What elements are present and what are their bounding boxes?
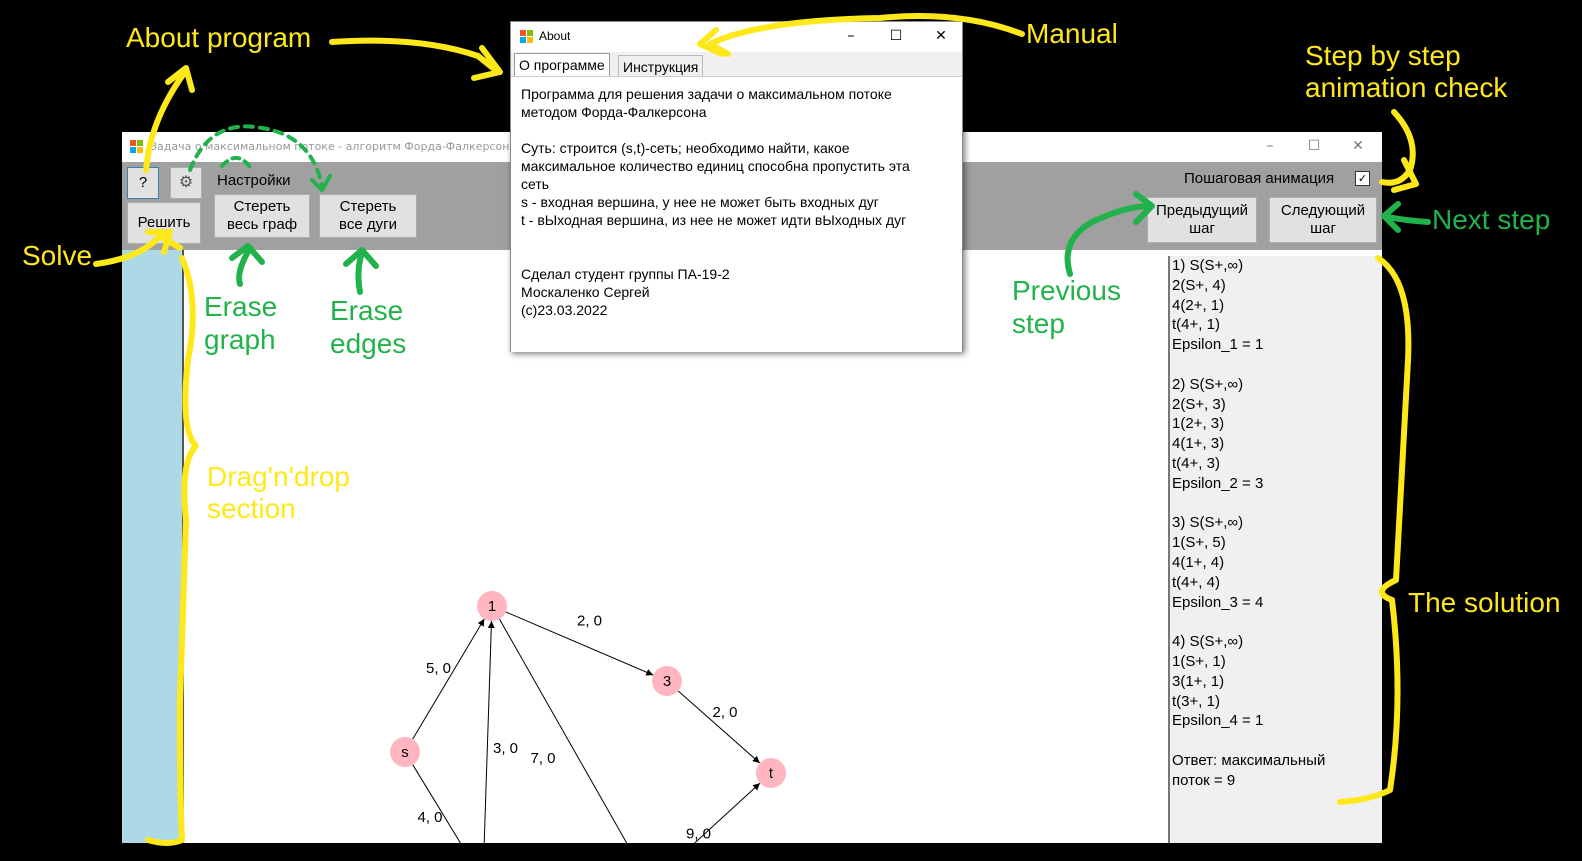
annotation-manual: Manual — [1026, 18, 1118, 49]
dashed-arc-arrow — [188, 124, 324, 188]
annotation-the-solution: The solution — [1408, 587, 1561, 618]
annotation-erase-edges-2: edges — [330, 328, 407, 359]
annotation-erase-graph-2: graph — [204, 324, 276, 355]
erase-edges-arrow — [355, 249, 365, 295]
annotation-solve: Solve — [22, 240, 93, 271]
about-program-arrow — [329, 37, 501, 75]
annotation-step-by-step-1: Step by step — [1305, 40, 1461, 71]
annotation-drag-drop-2: section — [207, 493, 296, 524]
annotation-previous-step-1: Previous — [1012, 275, 1121, 306]
help-arrow — [143, 69, 188, 173]
drag-drop-bracket — [145, 255, 199, 846]
dashed-small-arc — [220, 156, 254, 172]
annotation-erase-edges-1: Erase — [330, 295, 404, 326]
annotation-drag-drop-1: Drag'n'drop — [207, 461, 350, 492]
annotation-strokes — [93, 13, 1431, 846]
annotation-step-by-step-2: animation check — [1305, 72, 1508, 103]
annotation-previous-step-2: step — [1012, 308, 1065, 339]
manual-arrow — [707, 13, 1025, 57]
annotation-erase-graph-1: Erase — [204, 291, 278, 322]
annotation-next-step: Next step — [1432, 204, 1551, 235]
annotation-about-program: About program — [126, 22, 312, 53]
solution-bracket — [1337, 255, 1412, 805]
